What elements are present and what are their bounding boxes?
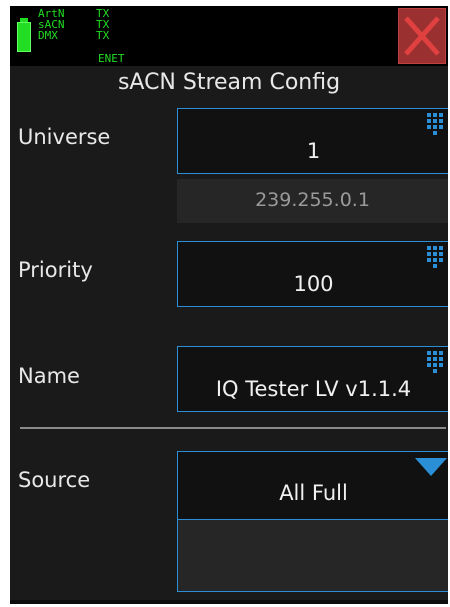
close-button[interactable] [398,8,446,64]
keypad-icon [427,351,443,373]
dropdown-triangle-icon [415,458,447,476]
name-value: IQ Tester LV v1.1.4 [215,377,412,401]
universe-field[interactable]: 1 [177,108,448,174]
screen: ArtN TX sACN TX DMX TX ENET sACN Stream … [10,6,448,604]
enet-indicator: ENET [98,52,125,65]
page-title: sACN Stream Config [117,70,341,95]
section-divider [20,427,446,429]
priority-value: 100 [293,272,334,296]
name-field[interactable]: IQ Tester LV v1.1.4 [177,346,448,412]
source-detail-box[interactable] [177,520,448,592]
battery-icon [17,22,31,52]
keypad-icon [427,113,443,135]
source-dropdown[interactable]: All Full [177,451,448,520]
multicast-address-box: 239.255.0.1 [177,179,448,223]
universe-label: Universe [18,125,111,149]
source-value: All Full [279,481,348,505]
status-bar: ArtN TX sACN TX DMX TX ENET [10,6,448,66]
name-label: Name [18,364,80,388]
status-indicators: ArtN TX sACN TX DMX TX [38,8,138,41]
status-row-dmx: DMX TX [38,29,110,42]
keypad-icon [427,246,443,268]
universe-value: 1 [306,139,321,163]
source-label: Source [18,468,91,492]
priority-label: Priority [18,258,93,282]
close-icon [404,16,440,56]
multicast-address: 239.255.0.1 [255,189,370,211]
bottom-strip [10,600,448,604]
priority-field[interactable]: 100 [177,241,448,307]
